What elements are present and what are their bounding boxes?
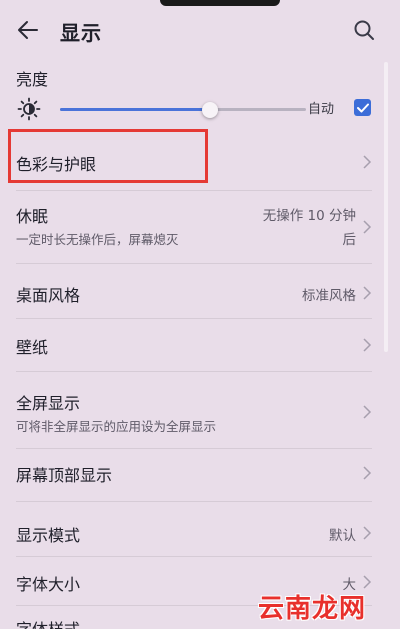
- brightness-section: 亮度 自动: [0, 54, 400, 134]
- chevron-right-icon: [363, 405, 372, 419]
- sleep-value-line2: 后: [342, 232, 357, 248]
- chevron-right-icon: [363, 286, 372, 300]
- slider-thumb[interactable]: [202, 102, 219, 118]
- settings-item-value: 标准风格: [302, 288, 356, 304]
- settings-item-fullscreen[interactable]: 全屏显示 可将非全屏显示的应用设为全屏显示: [0, 372, 400, 448]
- check-icon: [356, 103, 369, 112]
- settings-item-label: 屏幕顶部显示: [16, 466, 113, 485]
- settings-list: 亮度 自动 色彩与护眼 休眠 一定时长无操作后，屏幕熄灭 无操作 10 分钟 后…: [0, 54, 400, 629]
- auto-brightness-checkbox[interactable]: [354, 99, 371, 116]
- settings-item-label: 色彩与护眼: [16, 155, 97, 174]
- search-icon: [354, 20, 374, 40]
- settings-item-label: 壁纸: [16, 338, 49, 357]
- chevron-right-icon: [363, 526, 372, 540]
- settings-item-description: 一定时长无操作后，屏幕熄灭: [16, 232, 179, 247]
- slider-fill: [60, 108, 211, 111]
- settings-item-value: 默认: [329, 528, 356, 544]
- settings-item-wallpaper[interactable]: 壁纸: [0, 319, 400, 371]
- brightness-title: 亮度: [16, 70, 49, 89]
- settings-item-label: 字体样式: [16, 616, 80, 629]
- settings-item-label: 字体大小: [16, 575, 81, 594]
- back-button[interactable]: [12, 16, 44, 44]
- arrow-left-icon: [18, 21, 38, 39]
- settings-item-description: 可将非全屏显示的应用设为全屏显示: [16, 419, 217, 434]
- chevron-right-icon: [363, 575, 372, 589]
- settings-item-color-eye-care[interactable]: 色彩与护眼: [0, 134, 400, 190]
- chevron-right-icon: [363, 220, 372, 234]
- sleep-value-line1: 无操作 10 分钟: [262, 208, 356, 224]
- settings-item-label: 桌面风格: [16, 286, 81, 305]
- chevron-right-icon: [363, 338, 372, 352]
- chevron-right-icon: [363, 466, 372, 480]
- settings-item-sleep[interactable]: 休眠 一定时长无操作后，屏幕熄灭 无操作 10 分钟 后: [0, 191, 400, 263]
- settings-item-label: 休眠: [16, 207, 49, 226]
- search-button[interactable]: [350, 16, 378, 44]
- watermark-logo: 云南龙网: [258, 594, 367, 624]
- settings-item-label: 全屏显示: [16, 394, 81, 413]
- brightness-low-icon: [17, 97, 41, 121]
- page-title: 显示: [60, 21, 102, 45]
- auto-brightness-label: 自动: [308, 102, 335, 117]
- settings-item-desktop-style[interactable]: 桌面风格 标准风格: [0, 264, 400, 318]
- app-header: 显示: [0, 6, 400, 54]
- brightness-slider[interactable]: [60, 102, 306, 118]
- settings-item-display-mode[interactable]: 显示模式 默认: [0, 502, 400, 556]
- settings-item-label: 显示模式: [16, 526, 81, 545]
- settings-item-top-display[interactable]: 屏幕顶部显示: [0, 449, 400, 501]
- chevron-right-icon: [363, 155, 372, 169]
